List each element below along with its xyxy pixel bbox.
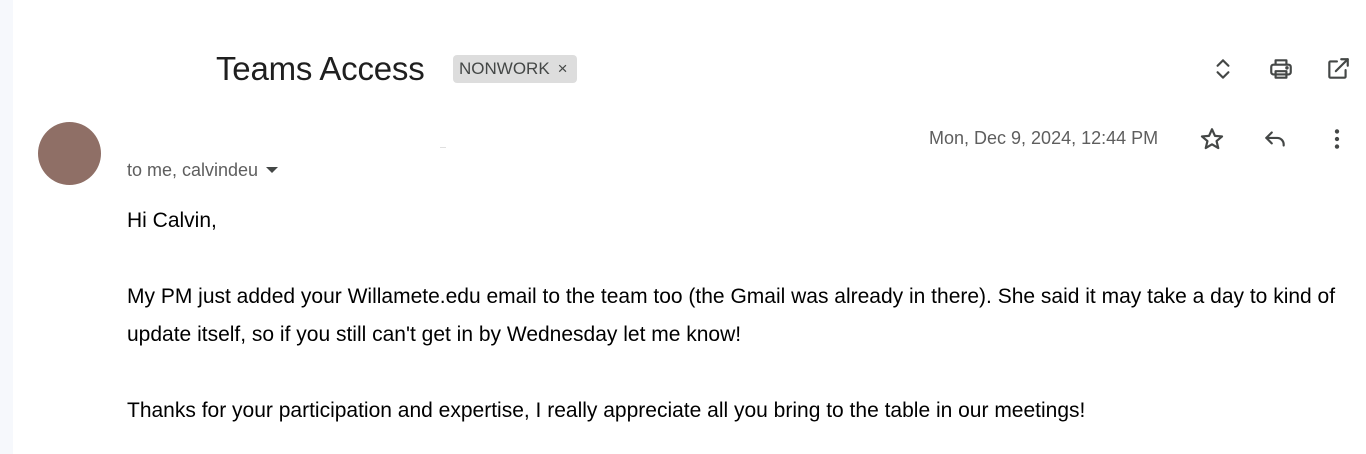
email-paragraph-2: Thanks for your participation and expert… xyxy=(127,399,1086,422)
left-navigation-edge xyxy=(0,0,13,454)
label-chip-text: NONWORK xyxy=(459,59,550,78)
print-button[interactable] xyxy=(1264,52,1298,86)
label-chip-nonwork[interactable]: NONWORK × xyxy=(453,55,577,83)
open-in-new-icon xyxy=(1328,58,1349,79)
sender-avatar[interactable] xyxy=(38,122,101,185)
more-vert-icon xyxy=(1334,129,1340,149)
star-button[interactable] xyxy=(1195,122,1229,156)
email-date: Mon, Dec 9, 2024, 12:44 PM xyxy=(929,128,1159,148)
recipients-toggle[interactable]: to me, calvindeu xyxy=(127,158,279,182)
email-greeting: Hi Calvin, xyxy=(127,209,217,232)
email-paragraph-1: My PM just added your Willamete.edu emai… xyxy=(127,285,1336,346)
unfold-icon xyxy=(1216,59,1230,79)
open-in-new-window-button[interactable] xyxy=(1321,52,1355,86)
sender-name-area xyxy=(440,147,446,148)
chevron-down-icon xyxy=(266,167,279,173)
email-body: Hi Calvin, My PM just added your Willame… xyxy=(127,202,1342,430)
email-subject: Teams Access xyxy=(216,50,425,87)
expand-all-button[interactable] xyxy=(1206,52,1240,86)
recipients-text: to me, calvindeu xyxy=(127,160,259,180)
star-icon xyxy=(1200,128,1224,150)
remove-label-button[interactable]: × xyxy=(558,59,568,79)
reply-icon xyxy=(1265,131,1285,147)
reply-button[interactable] xyxy=(1258,122,1292,156)
more-options-button[interactable] xyxy=(1320,122,1354,156)
print-icon xyxy=(1270,59,1292,79)
